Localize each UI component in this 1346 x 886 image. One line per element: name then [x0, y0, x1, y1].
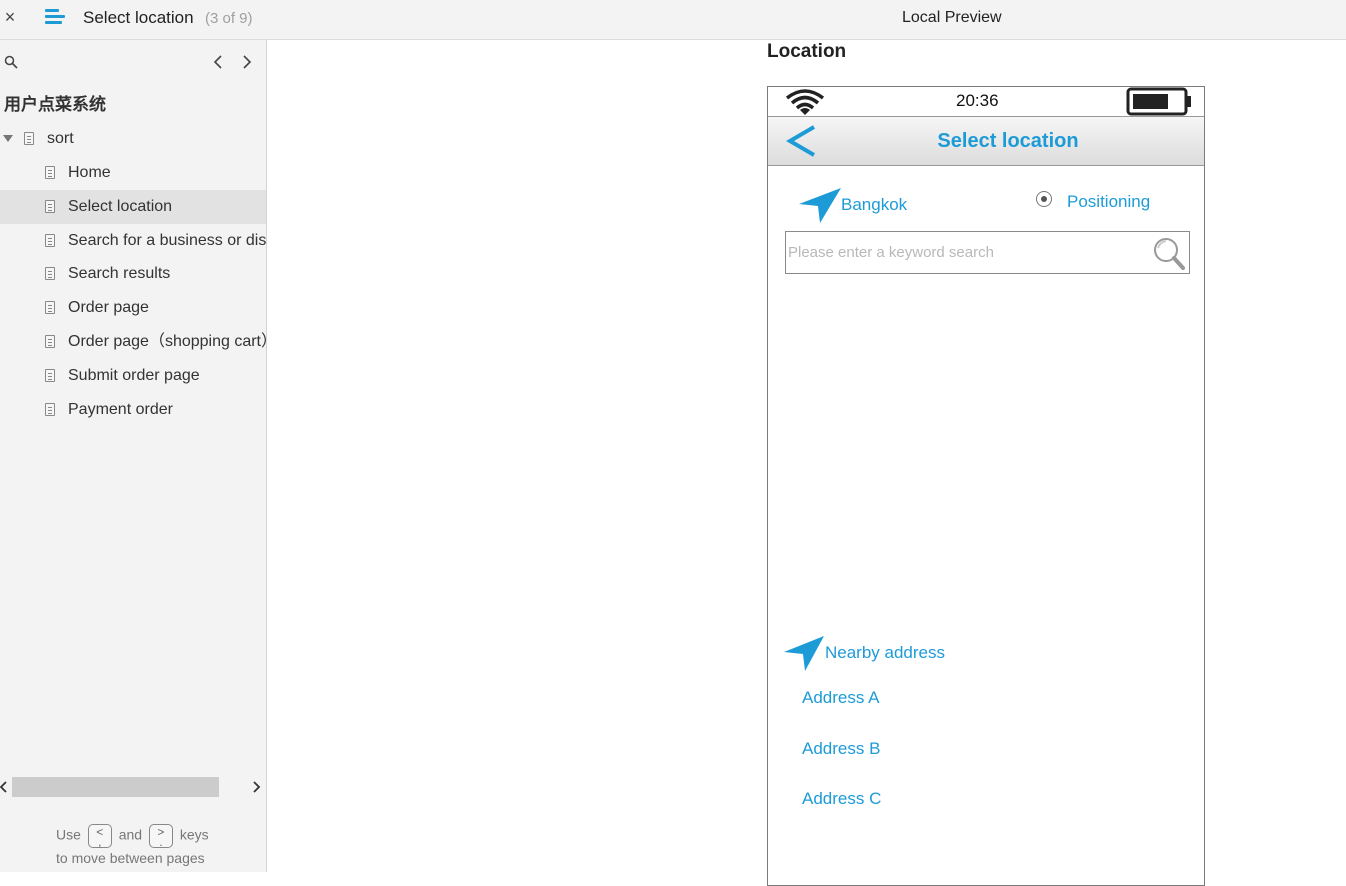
preview-title: Local Preview	[902, 9, 1002, 26]
project-title: 用户点菜系统	[4, 95, 106, 115]
top-bar: × Select location (3 of 9) Local Preview	[0, 0, 1346, 40]
tree-page-item[interactable]: Payment order	[0, 393, 266, 427]
hint-line2: to move between pages	[56, 850, 205, 866]
page-count: (3 of 9)	[205, 10, 253, 27]
tree-page-item[interactable]: Order page	[0, 291, 266, 325]
sidebar: 用户点菜系统 sort Home Select location Search fo…	[0, 40, 267, 872]
caret-down-icon[interactable]	[3, 135, 13, 142]
tree-label: Select location	[68, 197, 173, 215]
page-icon	[45, 199, 55, 213]
page-icon	[45, 233, 55, 247]
address-item[interactable]: Address C	[802, 789, 881, 809]
wifi-icon	[785, 89, 825, 115]
tree-label: Order page（shopping cart）	[68, 333, 267, 350]
phone-frame: 20:36 Select location Bangkok Positionin…	[767, 86, 1205, 886]
tree-page-item[interactable]: Select location	[0, 189, 266, 224]
tree-label: Submit order page	[68, 366, 200, 384]
battery-icon	[1126, 87, 1191, 116]
tree-folder-sort[interactable]: sort	[0, 122, 266, 156]
tree-label: sort	[47, 130, 74, 147]
page-icon	[45, 166, 55, 179]
current-page-name: Select location	[83, 8, 194, 27]
page-icon	[45, 267, 55, 281]
tree-label: Payment order	[68, 400, 173, 418]
page-icon	[45, 301, 55, 315]
tree-page-item[interactable]: Search for a business or dish	[0, 224, 267, 258]
tree-label: Search results	[68, 265, 171, 283]
tree-page-item[interactable]: Order page（shopping cart）	[0, 325, 267, 359]
tree-label: Search for a business or dish	[68, 231, 267, 249]
nearby-location-icon	[784, 636, 824, 671]
magnifier-icon[interactable]	[1152, 236, 1186, 272]
chevron-right-icon[interactable]	[239, 52, 255, 72]
chevron-left-icon[interactable]	[210, 52, 226, 72]
tree-label: Order page	[68, 299, 149, 317]
nav-title: Select location	[937, 130, 1079, 152]
hint-use: Use	[56, 826, 81, 843]
status-bar: 20:36	[768, 87, 1204, 116]
page-icon	[45, 368, 55, 382]
positioning-label[interactable]: Positioning	[1067, 192, 1150, 212]
page-title: Location	[767, 41, 847, 62]
nearby-address-label: Nearby address	[825, 643, 946, 662]
search-box	[785, 231, 1190, 274]
key-prev-icon: <,	[87, 824, 112, 848]
folder-page-icon	[24, 132, 34, 145]
address-item[interactable]: Address B	[802, 739, 880, 759]
current-city[interactable]: Bangkok	[841, 195, 907, 215]
location-arrow-icon	[799, 188, 841, 223]
keyword-search-input[interactable]	[788, 233, 1138, 272]
close-icon[interactable]: ×	[2, 6, 18, 28]
scroll-left-icon[interactable]	[0, 778, 10, 796]
positioning-radio[interactable]	[1036, 191, 1052, 207]
key-next-icon: >.	[148, 824, 173, 848]
tree-page-item[interactable]: Home	[0, 156, 266, 190]
hint-and: and	[118, 826, 143, 843]
nav-bar: Select location	[768, 116, 1204, 166]
menu-icon[interactable]	[45, 7, 67, 27]
page-icon	[45, 335, 55, 348]
hint-keys: keys	[179, 826, 209, 843]
scroll-right-icon[interactable]	[250, 778, 262, 796]
page-icon	[45, 402, 55, 416]
status-time: 20:36	[956, 91, 999, 110]
tree-page-item[interactable]: Search results	[0, 257, 266, 291]
horizontal-scrollbar[interactable]	[12, 777, 219, 797]
tree-page-item[interactable]: Submit order page	[0, 359, 266, 393]
search-icon[interactable]	[4, 55, 18, 69]
address-item[interactable]: Address A	[802, 688, 880, 708]
tree-label: Home	[68, 164, 111, 181]
